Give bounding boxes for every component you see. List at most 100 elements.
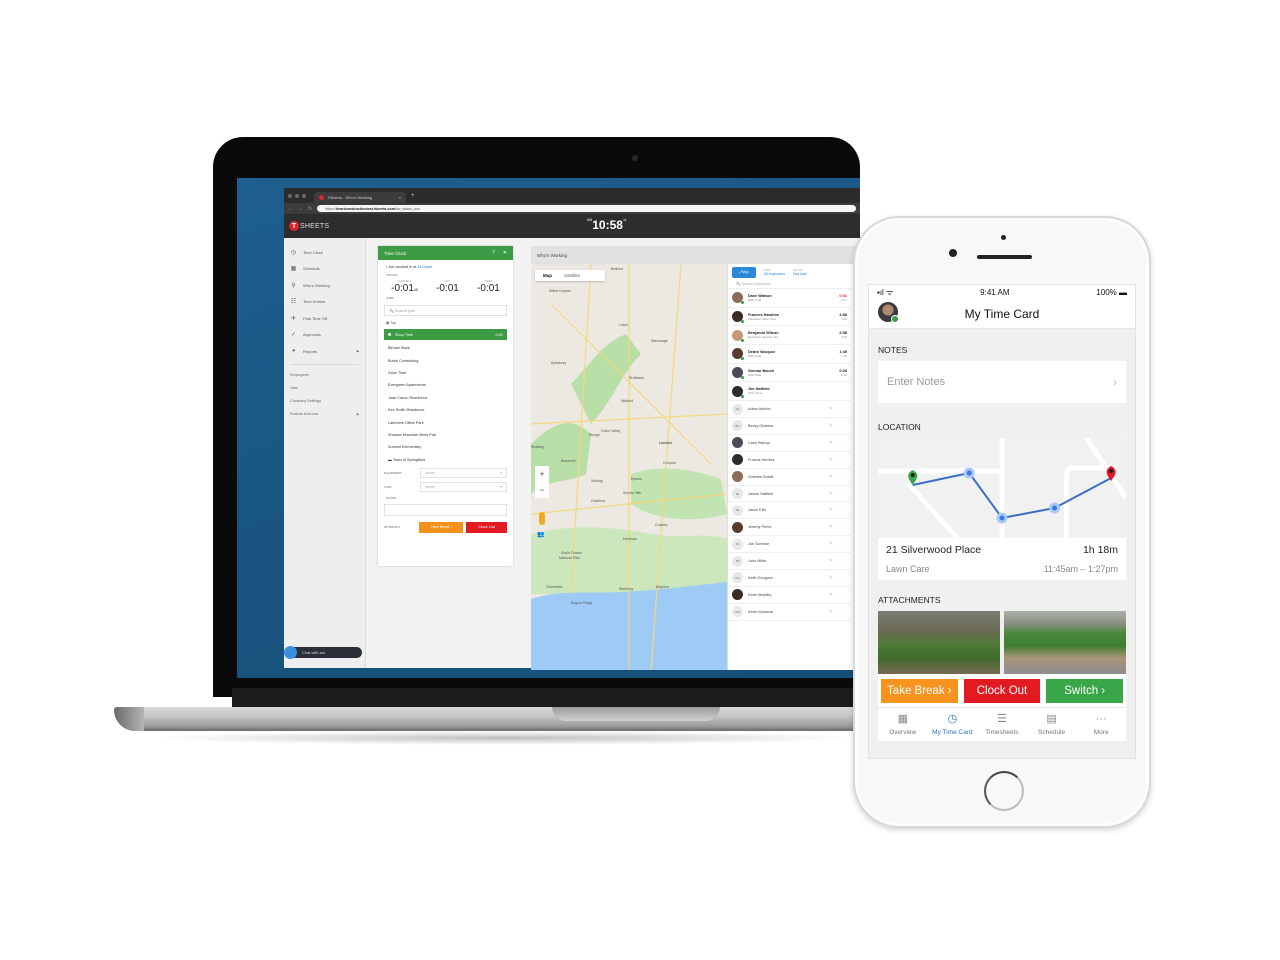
employee-filter[interactable]: Filter All employees: [764, 268, 785, 276]
tab-overview[interactable]: ▦ Overview: [878, 708, 928, 741]
selected-job[interactable]: Shop Time -0:01: [384, 329, 507, 340]
switch-button[interactable]: Switch ›: [1046, 679, 1124, 703]
sidebar-item-company-settings[interactable]: Company Settings: [284, 395, 365, 408]
edit-icon[interactable]: ✎: [829, 575, 833, 581]
chevron-right-icon[interactable]: ›: [846, 610, 847, 614]
sidebar-item-who-s-working[interactable]: ⚲ Who's Working: [284, 277, 365, 294]
employee-row[interactable]: Jeremy Perez ✎ ›: [728, 519, 851, 537]
job-list-item[interactable]: Summit Elementary: [378, 441, 513, 453]
sidebar-item-reports[interactable]: ◕ Reports ▶: [284, 343, 365, 360]
notes-textarea[interactable]: [384, 503, 507, 516]
street-view-pegman-icon[interactable]: [539, 512, 545, 525]
chevron-right-icon[interactable]: ›: [846, 475, 847, 479]
new-tab-button[interactable]: +: [411, 193, 415, 199]
attachment-photo[interactable]: [1004, 611, 1126, 674]
map-view[interactable]: Bedford Milton Keynes Luton Stevenage Ayles…: [531, 264, 727, 670]
window-controls[interactable]: [288, 193, 306, 198]
chevron-right-icon[interactable]: ›: [846, 542, 847, 546]
edit-icon[interactable]: ✎: [829, 423, 833, 429]
close-icon[interactable]: ✕: [503, 250, 507, 256]
employee-row[interactable]: Jim Hatfield Shop Time: [728, 382, 851, 402]
chevron-right-icon[interactable]: ›: [846, 407, 847, 411]
job-list-item[interactable]: Ken Smith Residence: [378, 404, 513, 416]
map-tab[interactable]: Map: [543, 273, 552, 278]
employee-row[interactable]: JS Joe Schmoe ✎ ›: [728, 536, 851, 554]
satellite-tab[interactable]: Satellite: [564, 273, 580, 278]
user-avatar[interactable]: [878, 302, 899, 323]
job-list-item[interactable]: Birham Bank: [378, 342, 513, 354]
reload-icon[interactable]: ↻: [308, 206, 312, 212]
edit-icon[interactable]: ✎: [829, 592, 833, 598]
sidebar-item-approvals[interactable]: ✓ Approvals: [284, 327, 365, 344]
sidebar-item-feature-add-ons[interactable]: Feature Add-ons ▶: [284, 408, 365, 421]
chevron-right-icon[interactable]: ›: [846, 593, 847, 597]
route-map[interactable]: [878, 438, 1126, 538]
edit-icon[interactable]: ✎: [829, 541, 833, 547]
employee-row[interactable]: Dave Watson Shift Total 0:01 0:01: [728, 289, 851, 308]
home-button[interactable]: [984, 771, 1024, 811]
equipment-select[interactable]: (none) ▾: [420, 467, 507, 478]
employee-row[interactable]: BG Becky Gleason ✎ ›: [728, 418, 851, 435]
chevron-right-icon[interactable]: ›: [846, 525, 847, 529]
employee-row[interactable]: JH James Hatfield ✎ ›: [728, 486, 851, 503]
employee-row[interactable]: Francis Herrera ✎ ›: [728, 452, 851, 469]
job-list-item[interactable]: Evergreen Apartments: [378, 379, 513, 391]
edit-icon[interactable]: ✎: [829, 524, 833, 530]
edit-icon[interactable]: ✎: [829, 440, 833, 446]
attachment-photo[interactable]: [878, 611, 1000, 674]
tab-close-icon[interactable]: ×: [399, 195, 401, 200]
job-list-item[interactable]: Joan Canon Residence: [378, 392, 513, 404]
sort-filter[interactable]: Sort by Day total: [793, 268, 806, 276]
tab-timesheets[interactable]: ☰ Timesheets: [977, 708, 1027, 741]
location-card[interactable]: 21 Silverwood Place 1h 18m Lawn Care 11:45…: [878, 438, 1126, 580]
chevron-right-icon[interactable]: ›: [846, 492, 847, 496]
sidebar-item-schedule[interactable]: ▦ Schedule: [284, 261, 365, 278]
clock-out-button[interactable]: Clock Out: [963, 679, 1041, 703]
edit-icon[interactable]: ✎: [829, 474, 833, 480]
edit-icon[interactable]: ✎: [829, 609, 833, 615]
sidebar-item-employees[interactable]: Employees: [284, 369, 365, 382]
employee-row[interactable]: Gunnar Bauch Shift Total 0:28 5:28: [728, 364, 851, 383]
employee-row[interactable]: JE Jason Ellis ✎ ›: [728, 502, 851, 520]
search-employees-input[interactable]: 🔍 Search employees: [728, 280, 851, 289]
edit-icon[interactable]: ✎: [829, 507, 833, 513]
chevron-right-icon[interactable]: ›: [846, 559, 847, 563]
back-icon[interactable]: ←: [288, 206, 293, 212]
browser-tab[interactable]: TSheets - Who's Working ×: [314, 192, 406, 203]
employee-row[interactable]: Carol Bishop ✎ ›: [728, 435, 851, 452]
employee-row[interactable]: JM John Miller ✎ ›: [728, 553, 851, 571]
employee-row[interactable]: Kevin Bradley ✎ ›: [728, 587, 851, 604]
job-group-top[interactable]: ▦ Top: [378, 319, 513, 327]
employee-row[interactable]: KM Kevin Mossom ✎ ›: [728, 604, 851, 621]
map-toggle-button[interactable]: ⤢ Map: [732, 266, 756, 278]
job-list-item[interactable]: Lakeview Office Park: [378, 416, 513, 428]
enter-notes-field[interactable]: Enter Notes ›: [878, 361, 1126, 403]
task-select[interactable]: (none) ▾: [420, 481, 507, 492]
sidebar-item-jobs[interactable]: Jobs: [284, 382, 365, 395]
employee-row[interactable]: Gwenee Boldle ✎ ›: [728, 469, 851, 486]
chevron-right-icon[interactable]: ›: [846, 441, 847, 445]
chat-with-us-button[interactable]: Chat with us!: [284, 646, 362, 659]
job-list-item[interactable]: Drive Time: [378, 367, 513, 379]
edit-icon[interactable]: ✎: [829, 457, 833, 463]
map-canvas[interactable]: Bedford Milton Keynes Luton Stevenage Ayles…: [531, 264, 727, 670]
forward-icon[interactable]: →: [298, 206, 303, 212]
job-list-item[interactable]: Shadow Mountain Brew Pub: [378, 429, 513, 441]
employee-row[interactable]: KG Keith Gongora ✎ ›: [728, 570, 851, 587]
job-list-item[interactable]: ▬ Town of Springfield: [378, 454, 513, 466]
edit-icon[interactable]: ✎: [829, 558, 833, 564]
employee-row[interactable]: Benjamin Wilson Evergreen Apartments 2:58…: [728, 326, 851, 346]
chevron-right-icon[interactable]: ›: [846, 576, 847, 580]
tsheets-logo[interactable]: T SHEETS: [289, 221, 329, 231]
employee-row[interactable]: Frances Hawkins Lakeview Office Park 4:58…: [728, 308, 851, 327]
take-break-button[interactable]: Take Break ›: [881, 679, 958, 703]
job-list-item[interactable]: Burke Contracting: [378, 354, 513, 366]
sidebar-item-time-entries[interactable]: ☷ Time Entries: [284, 294, 365, 311]
chevron-right-icon[interactable]: ›: [846, 424, 847, 428]
options-dropdown[interactable]: Options ▾: [384, 525, 416, 529]
url-field[interactable]: https://heartconstructiontest.tsheets.co…: [317, 205, 856, 212]
tab-more[interactable]: ··· More: [1076, 708, 1126, 741]
chevron-right-icon[interactable]: ›: [846, 458, 847, 462]
sidebar-item-paid-time-off[interactable]: ✈ Paid Time Off: [284, 310, 365, 327]
zoom-out-button[interactable]: −: [539, 485, 544, 495]
